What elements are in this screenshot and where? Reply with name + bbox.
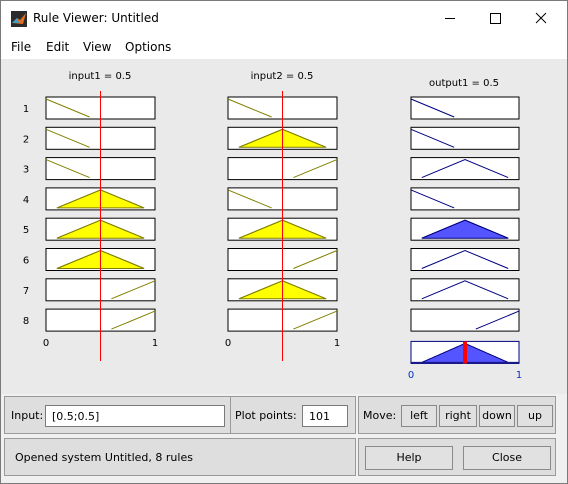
rule-mf-box	[410, 126, 520, 150]
input-vector-field[interactable]: [0.5;0.5]	[45, 405, 225, 427]
menu-options[interactable]: Options	[125, 40, 171, 54]
move-up-button[interactable]: up	[517, 405, 553, 427]
input2-axis-min: 0	[225, 338, 231, 349]
output1-header: output1 = 0.5	[429, 78, 499, 89]
close-icon	[535, 12, 547, 24]
plot-points-label: Plot points:	[235, 409, 297, 422]
move-down-button[interactable]: down	[479, 405, 515, 427]
rule-number: 2	[23, 134, 29, 145]
input2-header: input2 = 0.5	[251, 71, 314, 82]
rule-number: 6	[23, 256, 29, 267]
rule-mf-box	[410, 308, 520, 332]
maximize-icon	[490, 13, 501, 24]
move-label: Move:	[363, 409, 397, 422]
input-label: Input:	[11, 409, 44, 422]
plot-points-field[interactable]: 101	[302, 405, 348, 427]
minimize-button[interactable]	[427, 1, 473, 35]
maximize-button[interactable]	[473, 1, 519, 35]
status-panel: Opened system Untitled, 8 rules	[4, 438, 356, 476]
rule-mf-box	[410, 248, 520, 271]
rule-number: 7	[23, 286, 29, 297]
move-right-button[interactable]: right	[439, 405, 477, 427]
status-text: Opened system Untitled, 8 rules	[15, 451, 193, 464]
window-title: Rule Viewer: Untitled	[33, 11, 159, 25]
help-button[interactable]: Help	[365, 446, 453, 470]
rule-mf-box	[410, 187, 520, 211]
close-window-button[interactable]	[519, 1, 565, 35]
input2-axis-max: 1	[334, 338, 340, 349]
menu-edit[interactable]: Edit	[46, 40, 69, 54]
dialog-buttons-panel: Help Close	[358, 438, 556, 476]
move-panel: Move: left right down up	[358, 396, 556, 434]
input1-axis-min: 0	[43, 338, 49, 349]
input1-axis-max: 1	[152, 338, 158, 349]
rule-number: 5	[23, 225, 29, 236]
rule-mf-box	[410, 157, 520, 181]
menu-bar: File Edit View Options	[1, 36, 567, 58]
minimize-icon	[445, 18, 455, 19]
rule-viewer-window: Rule Viewer: Untitled File Edit View Opt…	[0, 0, 568, 484]
rule-number: 3	[23, 165, 29, 176]
input1-header: input1 = 0.5	[69, 71, 132, 82]
rule-number: 4	[23, 195, 29, 206]
output1-axis-min: 0	[408, 370, 414, 381]
matlab-app-icon	[11, 11, 27, 27]
plot-points-value: 101	[309, 410, 330, 423]
rule-number: 1	[23, 104, 29, 115]
move-left-button[interactable]: left	[401, 405, 437, 427]
title-bar: Rule Viewer: Untitled	[1, 1, 567, 36]
close-button[interactable]: Close	[463, 446, 551, 470]
input-vector-value: [0.5;0.5]	[52, 410, 100, 423]
rule-number: 8	[23, 316, 29, 327]
menu-file[interactable]: File	[11, 40, 31, 54]
rule-plots: input1 = 0.5 input2 = 0.5 output1 = 0.5 1 2 3…	[23, 71, 522, 381]
plot-points-panel: Plot points: 101	[230, 396, 356, 434]
rule-mf-box	[410, 278, 520, 302]
output1-axis-max: 1	[516, 370, 522, 381]
rule-mf-box	[410, 96, 520, 120]
menu-view[interactable]: View	[83, 40, 111, 54]
